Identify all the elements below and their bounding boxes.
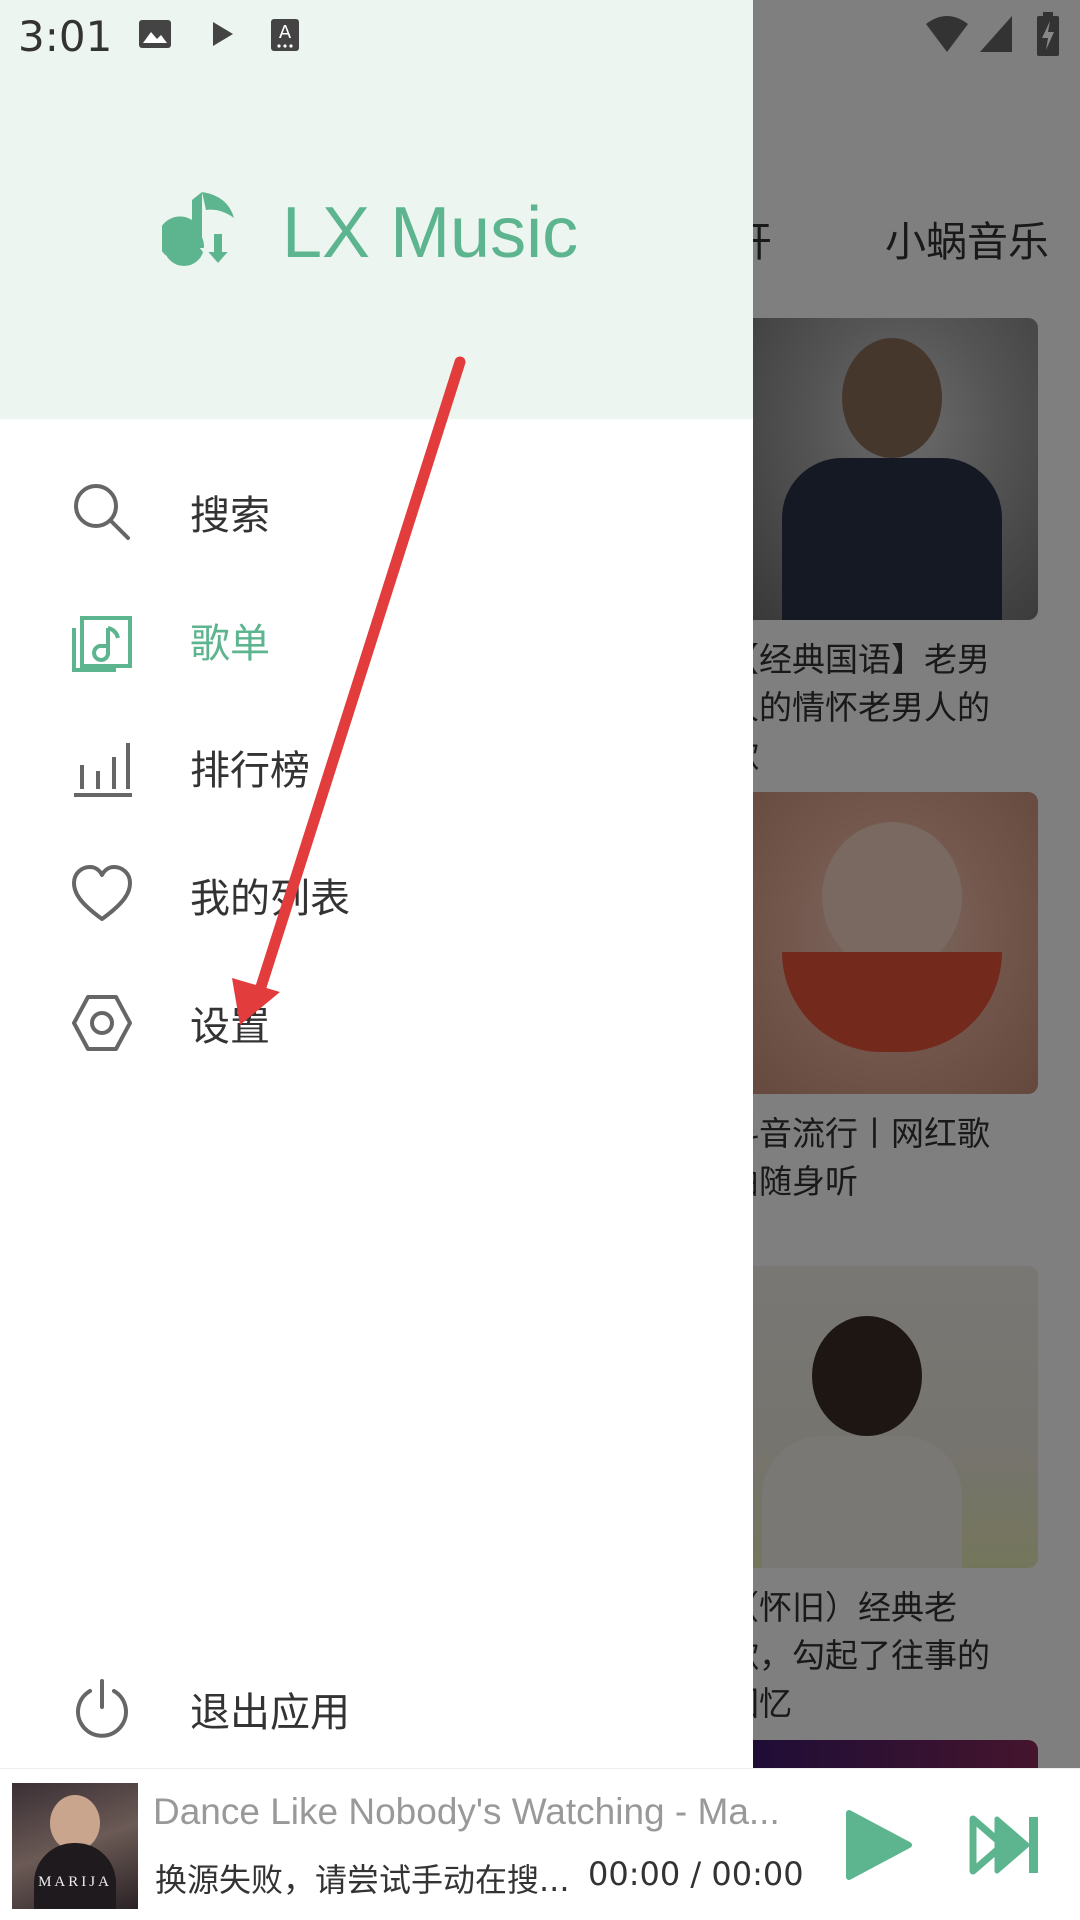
exit-app-button[interactable]: 退出应用	[0, 1652, 753, 1762]
status-time: 3:01	[18, 12, 113, 61]
battery-charging-icon	[1036, 12, 1060, 60]
menu-item-settings[interactable]: 设置	[0, 966, 753, 1076]
gear-icon	[70, 991, 134, 1055]
heart-icon	[70, 863, 134, 927]
status-bar: 3:01 A	[0, 0, 1080, 72]
menu-item-search[interactable]: 搜索	[0, 455, 753, 565]
navigation-drawer: LX Music 搜索 歌单 排行榜 我的列表 设置 退出应用	[0, 0, 753, 1768]
play-icon	[846, 1810, 912, 1880]
skip-next-icon	[969, 1815, 1038, 1875]
menu-label: 搜索	[190, 493, 270, 539]
app-logo-icon	[158, 188, 244, 276]
svg-text:A: A	[279, 22, 292, 43]
track-title: Dance Like Nobody's Watching - Ma...	[153, 1791, 780, 1832]
search-icon	[70, 480, 134, 544]
player-bar[interactable]: MARIJA Dance Like Nobody's Watching - Ma…	[0, 1768, 1080, 1920]
keyboard-a-icon: A	[270, 18, 300, 56]
menu-label: 我的列表	[190, 876, 350, 922]
play-icon	[210, 18, 236, 54]
menu-item-rank[interactable]: 排行榜	[0, 710, 753, 820]
power-icon	[70, 1677, 134, 1741]
cover-text: MARIJA	[38, 1874, 112, 1890]
songlist-icon	[70, 608, 134, 672]
album-cover[interactable]: MARIJA	[12, 1783, 138, 1909]
image-icon	[138, 18, 172, 54]
playback-time: 00:00 / 00:00	[588, 1855, 804, 1893]
menu-label: 设置	[190, 1004, 270, 1050]
menu-item-songlist[interactable]: 歌单	[0, 583, 753, 693]
menu-label: 排行榜	[190, 748, 310, 794]
play-button[interactable]	[843, 1809, 913, 1881]
playback-status: 换源失败，请尝试手动在搜...	[155, 1861, 570, 1899]
bar-chart-icon	[70, 735, 134, 799]
wifi-icon	[924, 14, 970, 58]
app-name: LX Music	[282, 193, 579, 273]
menu-item-mylist[interactable]: 我的列表	[0, 838, 753, 948]
menu-label: 歌单	[190, 621, 270, 667]
next-track-button[interactable]	[969, 1813, 1041, 1877]
cell-signal-icon	[978, 14, 1014, 58]
menu-label: 退出应用	[190, 1690, 350, 1736]
